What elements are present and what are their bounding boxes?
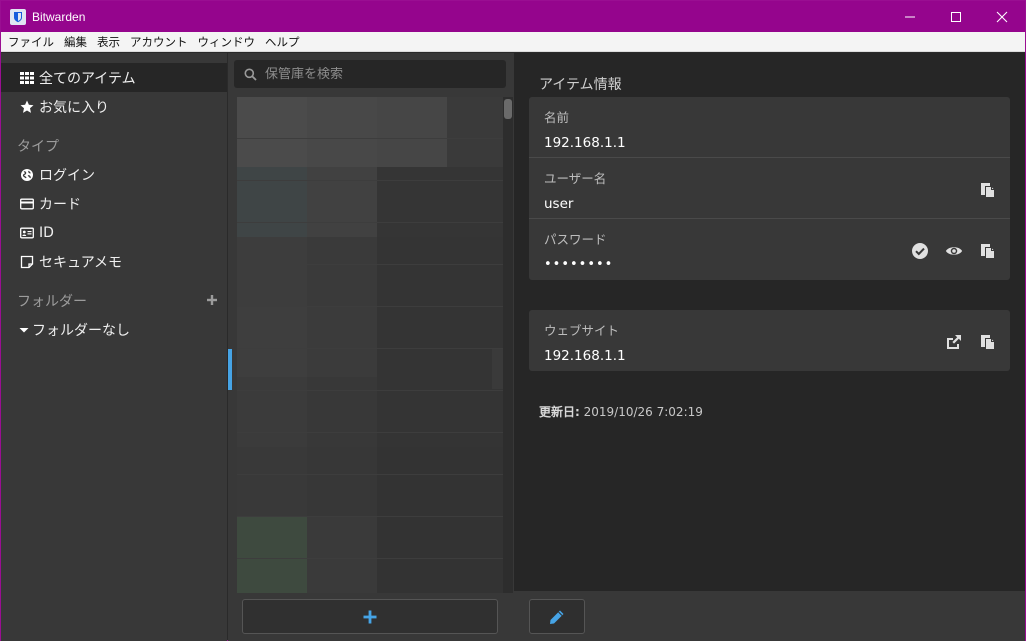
nav-folder-none[interactable]: フォルダーなし — [1, 315, 227, 344]
selected-item-indicator — [228, 349, 232, 390]
search-input[interactable] — [265, 66, 485, 82]
nav-type-secure-note[interactable]: セキュアメモ — [1, 247, 227, 276]
updated-value: 2019/10/26 7:02:19 — [583, 405, 703, 419]
field-username: ユーザー名 user — [529, 158, 1010, 219]
launch-website-button[interactable] — [940, 331, 968, 353]
row-divider — [237, 474, 503, 475]
row-divider — [237, 264, 503, 265]
copy-website-button[interactable] — [974, 331, 1002, 353]
caret-down-icon — [19, 322, 29, 337]
eye-icon — [945, 247, 963, 255]
copy-password-button[interactable] — [974, 240, 1002, 262]
nav-all-items[interactable]: 全てのアイテム — [1, 63, 227, 92]
toggle-password-visibility-button[interactable] — [940, 240, 968, 262]
menu-bar: ファイル 編集 表示 アカウント ウィンドウ ヘルプ — [1, 32, 1025, 52]
grid-icon — [19, 70, 34, 85]
row-divider — [237, 432, 503, 433]
website-actions — [940, 331, 1002, 353]
row-divider — [237, 306, 503, 307]
row-divider — [237, 390, 503, 391]
window-title: Bitwarden — [32, 9, 86, 24]
minimize-button[interactable] — [887, 1, 933, 32]
minimize-icon — [905, 16, 915, 17]
nav-type-card[interactable]: カード — [1, 189, 227, 218]
username-actions — [974, 179, 1002, 201]
check-circle-icon — [912, 243, 928, 259]
name-label: 名前 — [544, 110, 570, 125]
website-card: ウェブサイト 192.168.1.1 — [529, 310, 1010, 371]
close-button[interactable] — [979, 1, 1025, 32]
folders-heading-label: フォルダー — [17, 293, 87, 310]
globe-icon — [19, 167, 34, 182]
id-card-icon — [19, 225, 34, 240]
menu-account[interactable]: アカウント — [125, 34, 193, 50]
field-password: パスワード •••••••• — [529, 219, 1010, 280]
app-window: Bitwarden ファイル 編集 表示 アカウント ウィンドウ ヘルプ 全ての… — [0, 0, 1026, 641]
detail-action-bar — [514, 591, 1025, 641]
list-scrollbar[interactable] — [503, 97, 513, 593]
search-box — [234, 60, 506, 88]
folders-heading: フォルダー — [1, 286, 227, 315]
name-value: 192.168.1.1 — [544, 135, 626, 151]
row-divider — [237, 222, 503, 223]
updated-label: 更新日: — [539, 405, 580, 419]
menu-edit[interactable]: 編集 — [59, 34, 92, 50]
nav-type-identity-label: ID — [39, 224, 54, 241]
nav-favorites-label: お気に入り — [39, 99, 109, 116]
item-info-card: 名前 192.168.1.1 ユーザー名 user パスワード •••••••• — [529, 97, 1010, 280]
username-label: ユーザー名 — [544, 171, 607, 186]
item-list[interactable] — [237, 97, 503, 593]
item-list-pane — [228, 53, 514, 641]
updated-date: 更新日: 2019/10/26 7:02:19 — [539, 403, 703, 420]
nav-all-items-label: 全てのアイテム — [39, 70, 136, 87]
row-divider — [237, 138, 503, 139]
row-divider — [237, 180, 503, 181]
left-nav: 全てのアイテム お気に入り タイプ ログイン カード ID セキュアメモ フォル… — [1, 53, 227, 641]
nav-type-secure-note-label: セキュアメモ — [39, 254, 123, 271]
credit-card-icon — [19, 196, 34, 211]
star-icon — [19, 99, 34, 114]
maximize-icon — [951, 11, 961, 22]
nav-folder-none-label: フォルダーなし — [32, 322, 130, 339]
menu-view[interactable]: 表示 — [92, 34, 125, 50]
item-detail-pane: アイテム情報 名前 192.168.1.1 ユーザー名 user パスワード •… — [514, 53, 1025, 591]
window-controls — [887, 1, 1025, 32]
nav-type-login[interactable]: ログイン — [1, 160, 227, 189]
nav-type-card-label: カード — [39, 196, 81, 213]
scrollbar-thumb[interactable] — [504, 99, 512, 119]
username-value: user — [544, 196, 574, 212]
row-divider — [237, 348, 503, 349]
menu-help[interactable]: ヘルプ — [260, 34, 305, 50]
copy-clipboard-icon — [981, 335, 995, 350]
field-name: 名前 192.168.1.1 — [529, 97, 1010, 158]
menu-file[interactable]: ファイル — [3, 34, 59, 50]
add-item-button[interactable] — [242, 599, 498, 634]
title-bar: Bitwarden — [1, 1, 1025, 32]
pencil-icon — [550, 610, 564, 624]
add-folder-plus-icon[interactable] — [205, 293, 219, 307]
field-website: ウェブサイト 192.168.1.1 — [529, 310, 1010, 371]
row-divider — [237, 516, 503, 517]
copy-clipboard-icon — [981, 183, 995, 198]
password-actions — [906, 240, 1002, 262]
item-info-heading: アイテム情報 — [539, 77, 622, 93]
types-heading: タイプ — [17, 138, 59, 155]
copy-clipboard-icon — [981, 244, 995, 259]
edit-item-button[interactable] — [529, 599, 585, 634]
sticky-note-icon — [19, 254, 34, 269]
row-divider — [237, 558, 503, 559]
menu-window[interactable]: ウィンドウ — [193, 34, 261, 50]
copy-username-button[interactable] — [974, 179, 1002, 201]
nav-type-login-label: ログイン — [39, 167, 95, 184]
pixelated-item-list — [237, 97, 503, 593]
external-link-icon — [947, 335, 961, 349]
maximize-button[interactable] — [933, 1, 979, 32]
bitwarden-logo-icon — [10, 8, 26, 25]
check-password-button[interactable] — [906, 240, 934, 262]
close-icon — [996, 11, 1008, 22]
nav-type-identity[interactable]: ID — [1, 218, 227, 247]
nav-favorites[interactable]: お気に入り — [1, 92, 227, 121]
search-icon — [244, 68, 257, 81]
plus-icon — [363, 610, 377, 623]
